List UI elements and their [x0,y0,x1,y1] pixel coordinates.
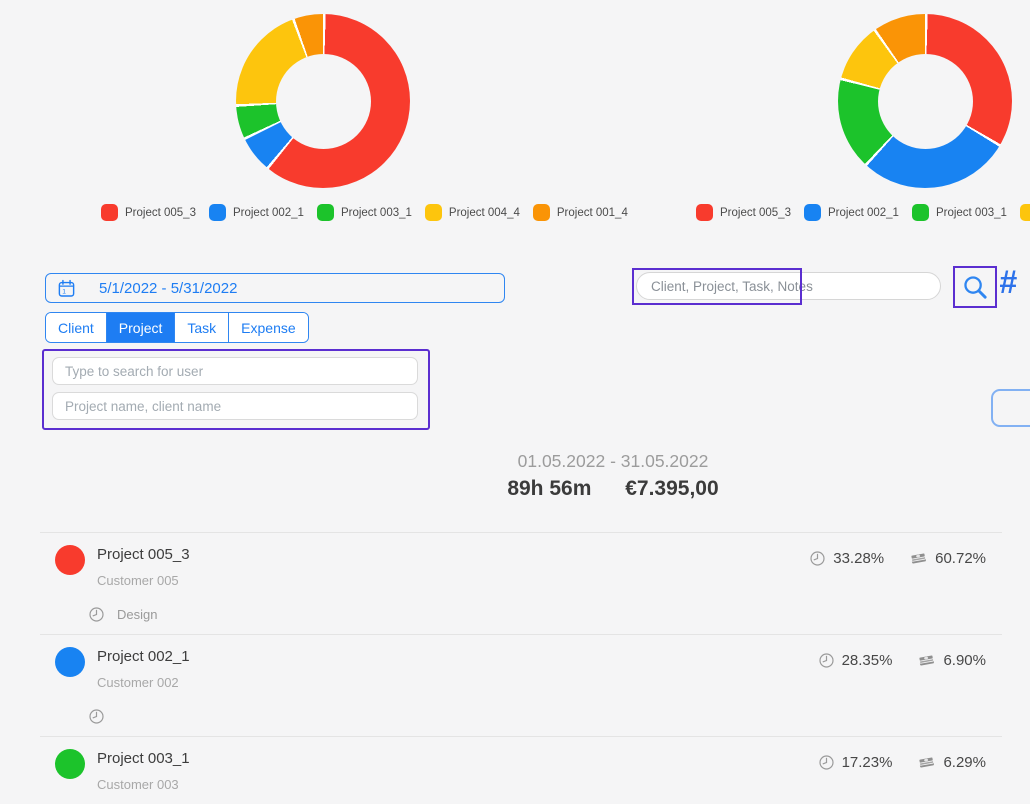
customer-subtitle: Customer 005 [97,573,179,588]
legend-label: Project 004_4 [449,207,520,219]
row-stats: 17.23% 6.29% [793,752,986,773]
search-icon [961,273,990,302]
clock-icon [808,549,827,568]
legend-item: Project 003_1 [912,204,1007,221]
report-type-tabs: ClientProjectTaskExpense [45,312,309,343]
legend-color-chip [912,204,929,221]
money-percent-value: 6.90% [943,652,986,669]
time-percent-stat: 28.35% [817,651,893,670]
time-percent-value: 33.28% [833,550,884,567]
money-percent-stat: 60.72% [908,548,986,569]
time-percent-value: 28.35% [842,652,893,669]
project-title: Project 002_1 [97,648,190,665]
donut-hole [878,54,973,149]
legend-color-chip [317,204,334,221]
user-search-input[interactable] [52,357,418,385]
legend-label: Project 005_3 [125,207,196,219]
legend-item: Project 001_4 [533,204,628,221]
legend-item: Project 004_4 [1020,204,1030,221]
legend-item: Project 005_3 [101,204,196,221]
clock-icon [817,651,836,670]
legend-item: Project 004_4 [425,204,520,221]
row-stats: 33.28% 60.72% [784,548,986,569]
tab-expense[interactable]: Expense [229,313,307,342]
clock-icon [87,605,106,624]
time-share-donut-chart [838,14,1012,188]
summary-date-range: 01.05.2022 - 31.05.2022 [0,451,1030,472]
money-icon [916,752,937,773]
legend-label: Project 002_1 [828,207,899,219]
legend-color-chip [209,204,226,221]
money-icon [916,650,937,671]
task-tagline [87,707,117,726]
legend-label: Project 001_4 [557,207,628,219]
legend-color-chip [804,204,821,221]
legend-color-chip [533,204,550,221]
clock-icon [87,707,106,726]
legend-label: Project 003_1 [341,207,412,219]
hash-icon[interactable]: # [999,264,1017,301]
time-percent-stat: 17.23% [817,753,893,772]
legend-label: Project 005_3 [720,207,791,219]
row-stats: 28.35% 6.90% [793,650,986,671]
legend-item: Project 002_1 [209,204,304,221]
legend-label: Project 003_1 [936,207,1007,219]
legend-color-chip [696,204,713,221]
customer-subtitle: Customer 002 [97,675,179,690]
annotation-box-filters [42,349,430,430]
project-color-dot [55,749,85,779]
legend-color-chip [101,204,118,221]
global-search-input[interactable] [636,272,941,300]
legend-color-chip [425,204,442,221]
legend-label: Project 002_1 [233,207,304,219]
tab-client[interactable]: Client [46,313,107,342]
edge-partial-button[interactable] [991,389,1030,427]
money-percent-value: 6.29% [943,754,986,771]
project-search-input[interactable] [52,392,418,420]
tab-project[interactable]: Project [107,313,176,342]
date-range-label: 5/1/2022 - 5/31/2022 [99,280,237,297]
date-range-picker[interactable]: 1 5/1/2022 - 5/31/2022 [45,273,505,303]
project-title: Project 003_1 [97,750,190,767]
money-percent-value: 60.72% [935,550,986,567]
project-row[interactable]: Project 003_1 Customer 003 17.23% [40,736,1002,804]
task-tagline: Design [87,605,157,624]
project-color-dot [55,647,85,677]
clock-icon [817,753,836,772]
money-share-donut-chart [236,14,410,188]
project-title: Project 005_3 [97,546,190,563]
report-page: Project 005_3 Project 002_1 Project 003_… [0,0,1030,804]
legend-item: Project 005_3 [696,204,791,221]
project-row[interactable]: Project 002_1 Customer 002 28.35% [40,634,1002,736]
summary-amount: €7.395,00 [625,477,718,500]
legend-item: Project 003_1 [317,204,412,221]
money-icon [908,548,929,569]
money-donut-legend: Project 005_3 Project 002_1 Project 003_… [101,204,641,221]
summary-duration: 89h 56m [507,477,591,500]
donut-hole [276,54,371,149]
svg-text:1: 1 [62,288,66,295]
time-percent-value: 17.23% [842,754,893,771]
customer-subtitle: Customer 003 [97,777,179,792]
money-percent-stat: 6.90% [916,650,986,671]
money-percent-stat: 6.29% [916,752,986,773]
time-percent-stat: 33.28% [808,549,884,568]
tab-task[interactable]: Task [175,313,229,342]
project-list: Project 005_3 Customer 005 Design 33.28% [40,532,1002,804]
calendar-icon: 1 [57,279,76,298]
search-button[interactable] [953,266,997,308]
summary-totals: 89h 56m €7.395,00 [0,477,1030,501]
project-row[interactable]: Project 005_3 Customer 005 Design 33.28% [40,532,1002,634]
project-color-dot [55,545,85,575]
legend-item: Project 002_1 [804,204,899,221]
task-label: Design [117,607,157,622]
legend-color-chip [1020,204,1030,221]
period-summary: 01.05.2022 - 31.05.2022 89h 56m €7.395,0… [0,451,1030,501]
time-donut-legend: Project 005_3 Project 002_1 Project 003_… [696,204,1030,221]
